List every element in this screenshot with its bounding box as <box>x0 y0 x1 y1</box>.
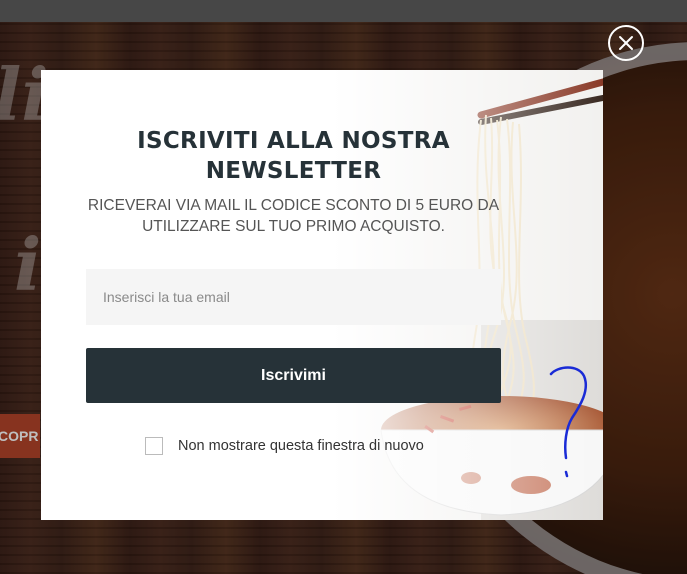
modal-title: ISCRIVITI ALLA NOSTRA NEWSLETTER <box>137 128 450 184</box>
close-icon <box>619 36 633 50</box>
dont-show-again-row[interactable]: Non mostrare questa finestra di nuovo <box>145 437 424 455</box>
email-input[interactable] <box>86 269 501 325</box>
dont-show-again-label: Non mostrare questa finestra di nuovo <box>178 438 424 454</box>
question-mark-annotation-icon <box>549 366 588 478</box>
modal-subtitle: RICEVERAI VIA MAIL IL CODICE SCONTO DI 5… <box>87 197 500 235</box>
newsletter-modal: ISCRIVITI ALLA NOSTRA NEWSLETTER RICEVER… <box>41 70 603 520</box>
close-button[interactable] <box>608 25 644 61</box>
dont-show-again-checkbox[interactable] <box>145 437 163 455</box>
subscribe-button[interactable]: Iscrivimi <box>86 348 501 403</box>
